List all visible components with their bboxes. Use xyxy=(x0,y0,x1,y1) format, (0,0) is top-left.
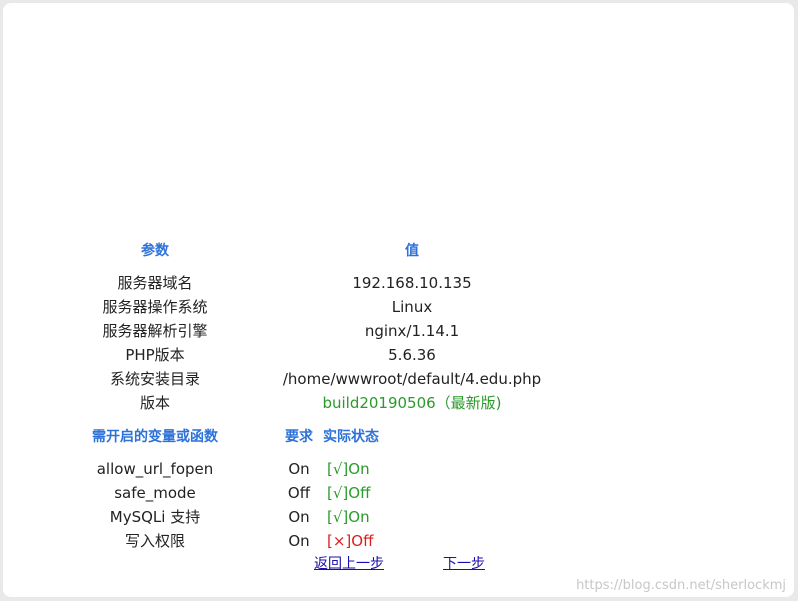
check-status-failed: [×]Off xyxy=(327,532,374,550)
info-param: 版本 xyxy=(139,394,170,412)
check-status: [√]On xyxy=(327,460,370,478)
info-param: 服务器域名 xyxy=(117,274,193,292)
status-column-header: 实际状态 xyxy=(323,429,379,445)
check-required: Off xyxy=(287,484,311,502)
value-column-header: 值 xyxy=(405,243,419,259)
check-required: On xyxy=(288,508,310,526)
info-param: 服务器操作系统 xyxy=(102,298,208,316)
watermark: https://blog.csdn.net/sherlockmj xyxy=(576,578,786,593)
variable-column-header: 需开启的变量或函数 xyxy=(92,429,218,445)
info-param: 系统安装目录 xyxy=(109,370,200,388)
installer-page: 参数 值 服务器域名 192.168.10.135 服务器操作系统 Linux … xyxy=(3,3,794,597)
check-name: safe_mode xyxy=(114,484,196,502)
info-value: 192.168.10.135 xyxy=(352,274,472,292)
check-required: On xyxy=(288,460,310,478)
check-name: MySQLi 支持 xyxy=(109,508,201,526)
info-value: nginx/1.14.1 xyxy=(364,322,460,340)
check-status: [√]On xyxy=(327,508,370,526)
param-column-header: 参数 xyxy=(141,243,169,259)
info-param: PHP版本 xyxy=(125,346,185,364)
info-value: /home/wwwroot/default/4.edu.php xyxy=(282,370,542,388)
version-value: build20190506（最新版) xyxy=(322,394,502,412)
check-name: allow_url_fopen xyxy=(96,460,214,478)
back-link[interactable]: 返回上一步 xyxy=(314,552,384,576)
check-name: 写入权限 xyxy=(124,532,185,550)
next-link[interactable]: 下一步 xyxy=(443,552,485,576)
info-param: 服务器解析引擎 xyxy=(102,322,208,340)
info-value: 5.6.36 xyxy=(388,346,436,364)
check-status: [√]Off xyxy=(327,484,371,502)
info-value: Linux xyxy=(391,298,433,316)
required-column-header: 要求 xyxy=(285,429,313,445)
check-required: On xyxy=(288,532,310,550)
